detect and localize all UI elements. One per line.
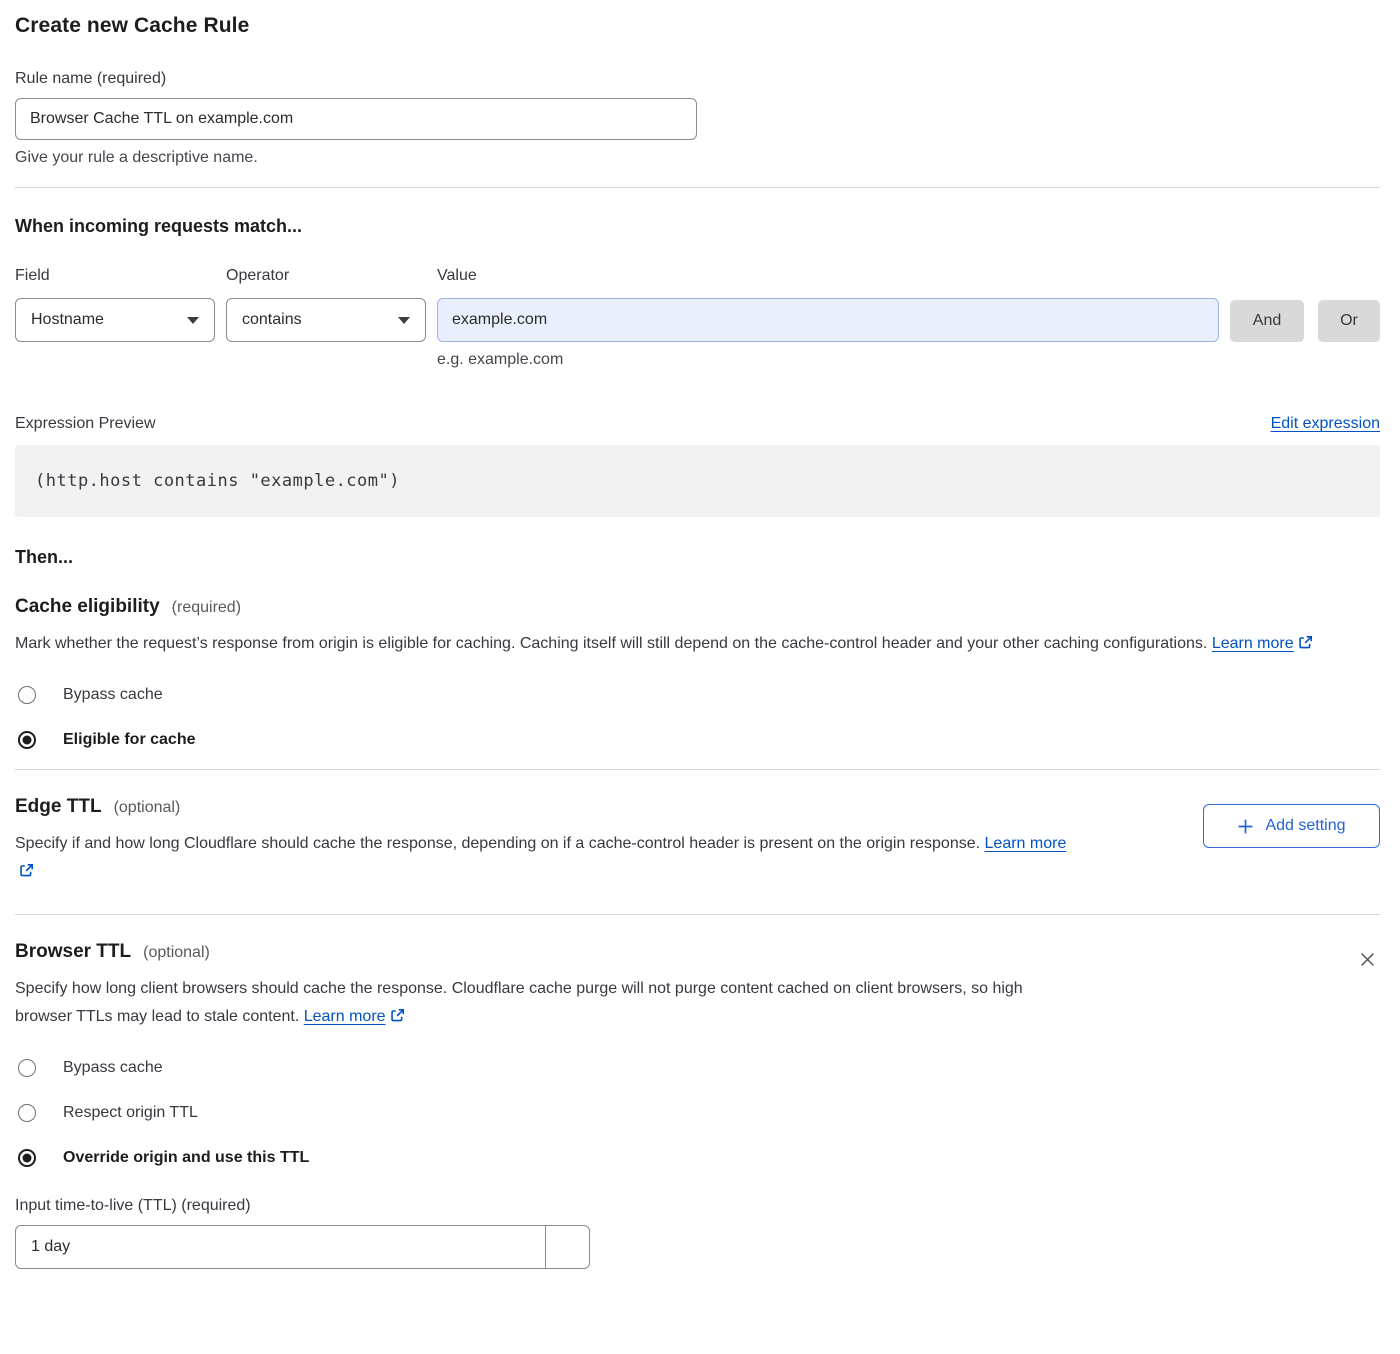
radio-circle-icon <box>18 1104 36 1122</box>
edit-expression-link[interactable]: Edit expression <box>1271 415 1380 433</box>
edge-ttl-heading: Edge TTL <box>15 796 102 818</box>
value-input[interactable] <box>437 298 1219 342</box>
chevron-down-icon <box>187 317 199 324</box>
remove-browser-ttl-button[interactable] <box>1355 947 1380 975</box>
radio-circle-icon <box>18 731 36 749</box>
expression-code-block: (http.host contains "example.com") <box>15 445 1380 517</box>
operator-select-value: contains <box>242 311 302 329</box>
match-condition-row: Field Hostname Operator contains Value e… <box>15 267 1380 369</box>
value-help: e.g. example.com <box>437 351 1219 369</box>
radio-circle-icon <box>18 1149 36 1167</box>
edge-ttl-section: Edge TTL (optional) Specify if and how l… <box>15 796 1380 888</box>
edge-ttl-header: Edge TTL (optional) <box>15 796 1203 818</box>
expression-preview-label: Expression Preview <box>15 415 156 433</box>
browser-ttl-section: Browser TTL (optional) Specify how long … <box>15 941 1380 1033</box>
value-label: Value <box>437 267 1219 285</box>
radio-bypass-cache[interactable]: Bypass cache <box>15 1059 1380 1077</box>
then-heading: Then... <box>15 547 1380 568</box>
learn-more-link[interactable]: Learn more <box>304 1008 386 1025</box>
external-link-icon <box>390 1005 405 1033</box>
ttl-label: Input time-to-live (TTL) (required) <box>15 1197 1380 1215</box>
close-icon <box>1359 951 1376 968</box>
operator-select[interactable]: contains <box>226 298 426 342</box>
learn-more-link[interactable]: Learn more <box>985 835 1067 852</box>
rule-name-input[interactable] <box>15 98 697 140</box>
field-select-value: Hostname <box>31 311 104 329</box>
learn-more-link[interactable]: Learn more <box>1212 635 1294 652</box>
expression-code: (http.host contains "example.com") <box>35 471 400 491</box>
rule-name-help: Give your rule a descriptive name. <box>15 149 1380 167</box>
create-cache-rule-form: Create new Cache Rule Rule name (require… <box>0 0 1400 1289</box>
section-divider <box>15 187 1380 188</box>
radio-bypass-cache[interactable]: Bypass cache <box>15 686 1380 704</box>
browser-ttl-description-text: Specify how long client browsers should … <box>15 980 1023 1025</box>
expression-preview-row: Expression Preview Edit expression <box>15 415 1380 433</box>
radio-label: Bypass cache <box>63 1059 163 1077</box>
section-divider <box>15 914 1380 915</box>
value-column: Value e.g. example.com <box>437 267 1219 369</box>
match-heading: When incoming requests match... <box>15 216 1380 237</box>
or-button[interactable]: Or <box>1318 300 1380 342</box>
radio-respect-origin-ttl[interactable]: Respect origin TTL <box>15 1104 1380 1122</box>
cache-eligibility-options: Bypass cache Eligible for cache <box>15 686 1380 749</box>
radio-label: Eligible for cache <box>63 731 195 749</box>
browser-ttl-heading: Browser TTL <box>15 941 131 963</box>
rule-name-label: Rule name (required) <box>15 70 1380 88</box>
ttl-select[interactable]: 1 day <box>15 1225 590 1269</box>
browser-ttl-options: Bypass cache Respect origin TTL Override… <box>15 1059 1380 1167</box>
radio-circle-icon <box>18 686 36 704</box>
edge-ttl-content: Edge TTL (optional) Specify if and how l… <box>15 796 1203 888</box>
add-setting-label: Add setting <box>1265 817 1345 835</box>
cache-eligibility-description-text: Mark whether the request’s response from… <box>15 635 1207 652</box>
radio-label: Bypass cache <box>63 686 163 704</box>
cache-eligibility-header: Cache eligibility (required) <box>15 596 1380 618</box>
add-setting-button[interactable]: Add setting <box>1203 804 1380 848</box>
radio-circle-icon <box>18 1059 36 1077</box>
optional-qualifier: (optional) <box>143 944 210 962</box>
external-link-icon <box>1298 632 1313 660</box>
plus-icon <box>1237 818 1254 835</box>
radio-override-origin-ttl[interactable]: Override origin and use this TTL <box>15 1149 1380 1167</box>
and-button[interactable]: And <box>1230 300 1304 342</box>
radio-label: Override origin and use this TTL <box>63 1149 309 1167</box>
field-label: Field <box>15 267 215 285</box>
optional-qualifier: (optional) <box>114 799 181 817</box>
browser-ttl-content: Browser TTL (optional) Specify how long … <box>15 941 1355 1033</box>
edge-ttl-description-text: Specify if and how long Cloudflare shoul… <box>15 835 980 852</box>
cache-eligibility-description: Mark whether the request’s response from… <box>15 630 1355 660</box>
field-select[interactable]: Hostname <box>15 298 215 342</box>
operator-label: Operator <box>226 267 426 285</box>
chevron-down-icon <box>398 317 410 324</box>
ttl-select-arrow-segment[interactable] <box>545 1226 589 1268</box>
radio-label: Respect origin TTL <box>63 1104 198 1122</box>
page-title: Create new Cache Rule <box>15 14 1380 38</box>
field-column: Field Hostname <box>15 267 215 342</box>
operator-column: Operator contains <box>226 267 426 342</box>
cache-eligibility-heading: Cache eligibility <box>15 596 160 618</box>
required-qualifier: (required) <box>172 599 241 617</box>
external-link-icon <box>19 860 34 888</box>
browser-ttl-description: Specify how long client browsers should … <box>15 975 1060 1033</box>
radio-eligible-for-cache[interactable]: Eligible for cache <box>15 731 1380 749</box>
browser-ttl-header: Browser TTL (optional) <box>15 941 1355 963</box>
ttl-select-value: 1 day <box>16 1226 545 1268</box>
edge-ttl-description: Specify if and how long Cloudflare shoul… <box>15 830 1070 888</box>
section-divider <box>15 769 1380 770</box>
